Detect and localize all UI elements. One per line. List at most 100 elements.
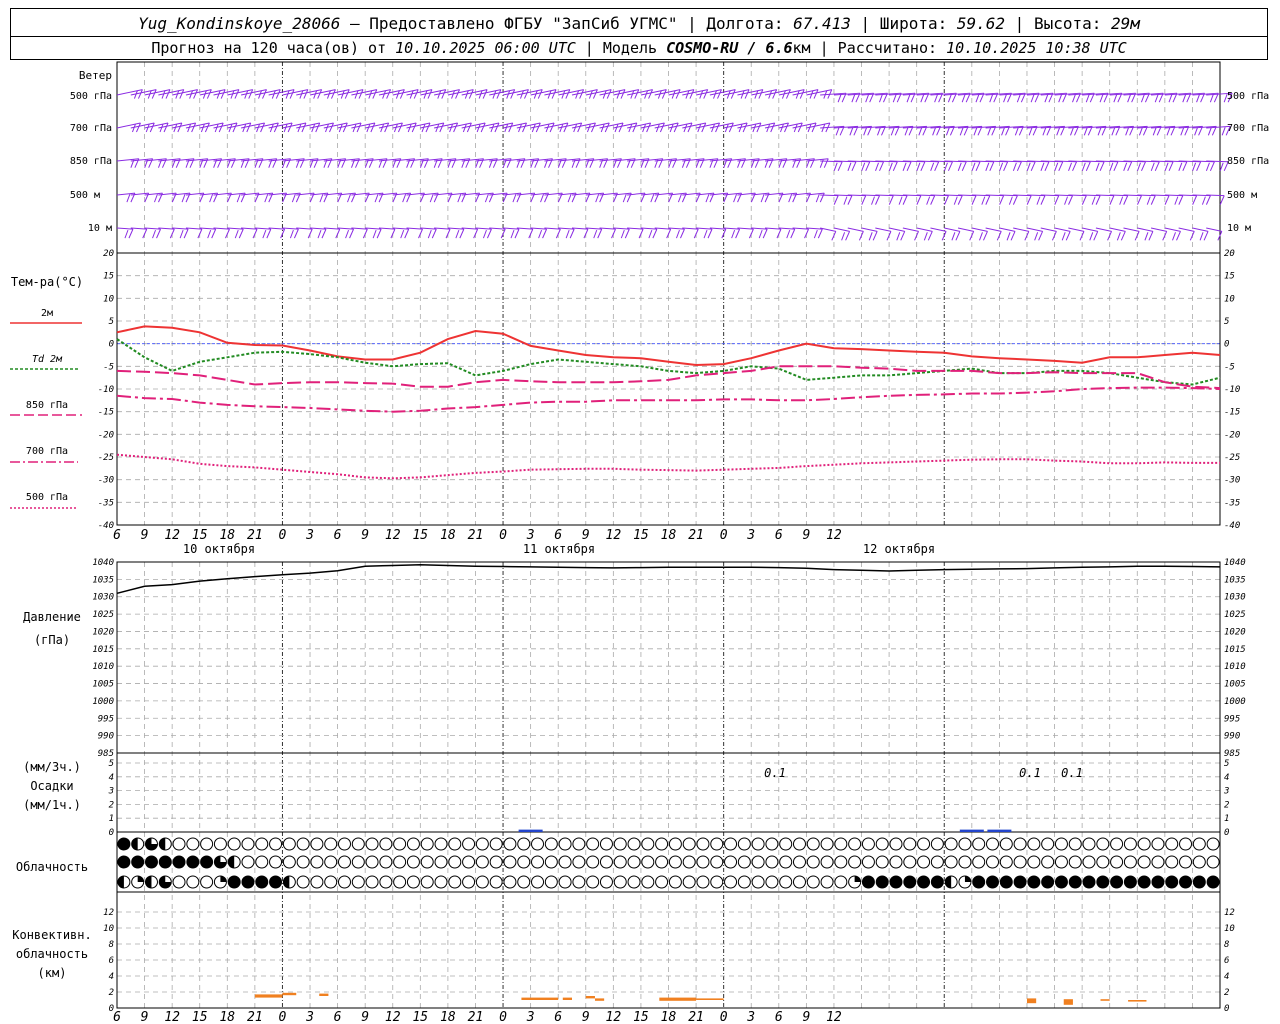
wind-feather bbox=[1150, 195, 1156, 205]
wind-feather-2 bbox=[1209, 94, 1214, 103]
cloud-symbol bbox=[655, 855, 669, 869]
wind-feather-2 bbox=[154, 193, 158, 203]
cloud-circle bbox=[282, 837, 296, 851]
precip-amount-2: 0.1 bbox=[1019, 766, 1041, 780]
x-tick-temp: 18 bbox=[440, 528, 456, 543]
temp-y-tick: -40 bbox=[98, 521, 114, 531]
wind-feather bbox=[183, 228, 189, 239]
wind-feather bbox=[957, 195, 963, 205]
cloud-circle bbox=[1041, 855, 1055, 869]
wind-feather bbox=[837, 161, 843, 171]
cloud-symbol bbox=[1041, 875, 1055, 889]
wind-barb bbox=[1068, 227, 1085, 241]
wind-feather-2 bbox=[1001, 127, 1006, 136]
wind-feather-2 bbox=[1127, 94, 1132, 103]
wind-feather bbox=[486, 228, 492, 239]
wind-feather-2 bbox=[1219, 162, 1224, 171]
wind-feather-2 bbox=[1040, 162, 1045, 171]
wind-shaft bbox=[613, 122, 637, 129]
wind-feather-2 bbox=[622, 193, 627, 203]
cloud-fill-full bbox=[931, 876, 944, 888]
wind-shaft bbox=[806, 227, 823, 230]
wind-level-500-right: 500 гПа bbox=[1227, 91, 1269, 102]
cloud-circle bbox=[627, 875, 641, 889]
cloud-symbol bbox=[751, 855, 765, 869]
cloud-fill-full bbox=[1096, 876, 1109, 888]
wind-barb bbox=[847, 160, 871, 171]
cloud-fill-full bbox=[159, 856, 172, 868]
wind-feather bbox=[273, 122, 279, 133]
wind-feather-2 bbox=[1194, 127, 1199, 136]
wind-barb bbox=[985, 160, 1009, 171]
cloud-symbol bbox=[1054, 837, 1068, 851]
cloud-symbol bbox=[131, 837, 145, 851]
wind-feather bbox=[535, 122, 541, 133]
pressure-y-tick: 1020 bbox=[92, 627, 114, 637]
cloud-circle bbox=[517, 875, 531, 889]
wind-shaft bbox=[420, 122, 444, 129]
cloud-fill-full bbox=[876, 876, 889, 888]
cloud-symbol bbox=[1068, 855, 1082, 869]
wind-feather-2 bbox=[317, 229, 322, 239]
cloud-fill-half bbox=[159, 838, 166, 850]
wind-feather bbox=[510, 89, 516, 99]
cloud-symbol bbox=[420, 855, 434, 869]
cloud-circle bbox=[986, 837, 1000, 851]
wind-shaft bbox=[778, 227, 795, 230]
wind-feather bbox=[508, 122, 514, 133]
cloud-symbol bbox=[1054, 875, 1068, 889]
temp-y-tick: -25 bbox=[98, 453, 114, 463]
wind-barb bbox=[820, 160, 843, 171]
wind-feather-2 bbox=[1168, 94, 1173, 103]
cloud-circle bbox=[655, 837, 669, 851]
wind-feather-2 bbox=[906, 94, 911, 103]
wind-barb bbox=[1206, 160, 1229, 171]
wind-feather bbox=[179, 89, 185, 99]
wind-feather bbox=[248, 89, 254, 99]
wind-feather-2 bbox=[849, 127, 854, 136]
cloud-circle bbox=[682, 855, 696, 869]
wind-feather bbox=[955, 231, 961, 241]
cloud-circle bbox=[1123, 855, 1137, 869]
cloud-fill-quarter bbox=[854, 876, 861, 882]
wind-feather bbox=[989, 161, 995, 171]
cloud-circle bbox=[972, 855, 986, 869]
cloud-symbol bbox=[889, 837, 903, 851]
wind-level-700: 700 гПа bbox=[70, 123, 112, 134]
cloud-circle bbox=[641, 837, 655, 851]
cloud-circle bbox=[848, 855, 862, 869]
pressure-y-tick: 1030 bbox=[92, 593, 114, 603]
cloud-circle bbox=[379, 855, 393, 869]
wind-barb bbox=[985, 227, 1002, 241]
wind-feather-2 bbox=[843, 196, 848, 205]
wind-shaft bbox=[1150, 227, 1167, 232]
precip-y-tick: 3 bbox=[1223, 787, 1229, 797]
wind-feather-2 bbox=[835, 127, 840, 136]
wind-shaft bbox=[420, 227, 437, 230]
temp-y-tick: -5 bbox=[1224, 362, 1235, 372]
cloud-symbol bbox=[820, 875, 834, 889]
wind-feather bbox=[1003, 161, 1009, 171]
wind-feather bbox=[930, 195, 936, 205]
cloud-symbol bbox=[903, 875, 917, 889]
wind-feather bbox=[411, 122, 417, 133]
wind-shaft bbox=[406, 89, 433, 96]
wind-shaft bbox=[199, 122, 224, 129]
wind-feather-2 bbox=[898, 196, 903, 205]
wind-feather bbox=[861, 195, 867, 205]
cloud-symbol bbox=[1110, 837, 1124, 851]
wind-shaft bbox=[516, 89, 543, 96]
cloud-circle bbox=[393, 837, 407, 851]
wind-feather bbox=[872, 231, 878, 241]
cloud-circle bbox=[737, 875, 751, 889]
precip-y-tick: 3 bbox=[108, 787, 114, 797]
wind-shaft bbox=[254, 89, 281, 96]
cloud-symbol bbox=[848, 875, 862, 889]
x-tick-temp: 15 bbox=[192, 528, 208, 543]
cloud-symbol bbox=[834, 875, 848, 889]
pressure-y-tick: 995 bbox=[1224, 714, 1240, 724]
cloud-symbol bbox=[696, 837, 710, 851]
cloud-circle bbox=[613, 875, 627, 889]
wind-barb bbox=[957, 227, 975, 241]
cloud-circle bbox=[393, 855, 407, 869]
